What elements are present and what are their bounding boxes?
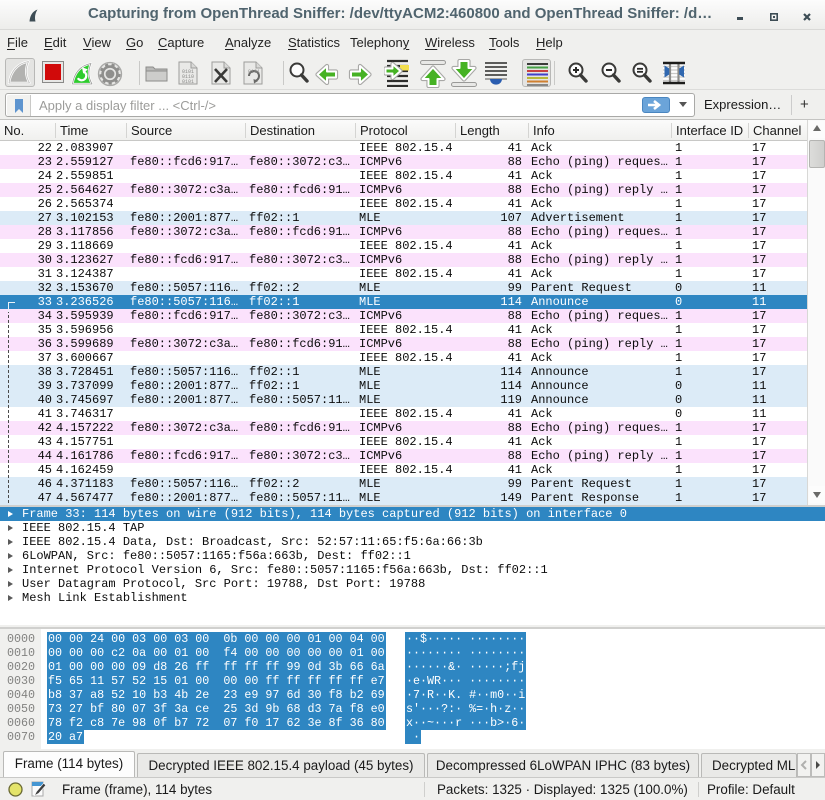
svg-text:0101: 0101 [182,79,194,85]
svg-text:0101: 0101 [248,69,260,75]
